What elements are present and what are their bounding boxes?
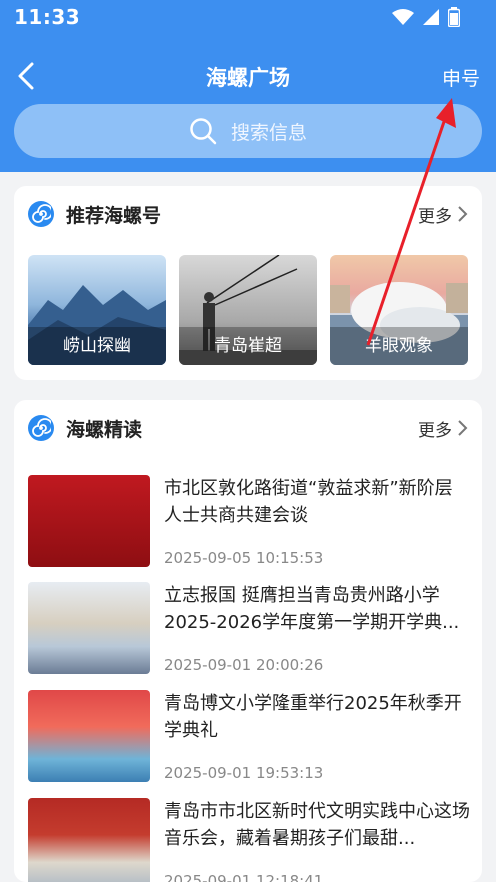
search-bar[interactable]: 搜索信息: [14, 104, 482, 158]
wifi-icon: [392, 9, 414, 25]
conch-logo-icon: [28, 415, 54, 441]
news-title: 市北区敦化路街道“敦益求新”新阶层人士共商共建会谈: [164, 478, 453, 526]
news-item[interactable]: 青岛市市北区新时代文明实践中心这场音乐会，藏着暑期孩子们最甜... 2025-0…: [28, 798, 470, 882]
reading-card: 海螺精读 更多 市北区敦化路街道“敦益求新”新阶层人士共商共建会谈 2025-0…: [14, 400, 482, 882]
news-thumbnail: [28, 475, 150, 567]
news-item[interactable]: 立志报国 挺膺担当青岛贵州路小学2025-2026学年度第一学期开学典... 2…: [28, 582, 468, 682]
news-item[interactable]: 青岛博文小学隆重举行2025年秋季开学典礼 2025-09-01 19:53:1…: [28, 690, 468, 790]
recommend-title: 推荐海螺号: [66, 204, 162, 227]
recommend-tiles: 崂山探幽 青岛崔超 羊眼观象: [28, 255, 468, 365]
recommend-tile-label: 崂山探幽: [28, 327, 166, 365]
news-thumbnail: [28, 582, 150, 674]
news-title: 立志报国 挺膺担当青岛贵州路小学2025-2026学年度第一学期开学典...: [164, 585, 460, 633]
recommend-tile[interactable]: 羊眼观象: [330, 255, 468, 365]
chevron-right-icon: [458, 420, 468, 436]
more-label: 更多: [418, 206, 452, 227]
news-date: 2025-09-05 10:15:53: [164, 549, 324, 567]
news-thumbnail: [28, 690, 150, 782]
recommend-tile-label: 羊眼观象: [330, 327, 468, 365]
recommend-card: 推荐海螺号 更多 崂山探幽 青岛崔超 羊眼观象: [14, 186, 482, 380]
news-title: 青岛市市北区新时代文明实践中心这场音乐会，藏着暑期孩子们最甜...: [164, 801, 470, 849]
recommend-tile-label: 青岛崔超: [179, 327, 317, 365]
search-icon: [190, 118, 217, 145]
recommend-tile[interactable]: 崂山探幽: [28, 255, 166, 365]
signal-icon: [423, 9, 439, 25]
news-date: 2025-09-01 19:53:13: [164, 764, 324, 782]
chevron-right-icon: [458, 206, 468, 222]
recommend-tile[interactable]: 青岛崔超: [179, 255, 317, 365]
news-title: 青岛博文小学隆重举行2025年秋季开学典礼: [164, 693, 462, 741]
recommend-header: 推荐海螺号 更多: [28, 200, 468, 228]
reading-header: 海螺精读 更多: [28, 414, 468, 442]
conch-logo-icon: [28, 201, 54, 227]
news-date: 2025-09-01 20:00:26: [164, 656, 324, 674]
reading-title: 海螺精读: [66, 418, 143, 441]
system-icons: [392, 7, 460, 27]
more-label: 更多: [418, 420, 452, 441]
nav-bar: 海螺广场 申号: [0, 50, 496, 102]
news-date: 2025-09-01 12:18:41: [164, 872, 324, 882]
news-item[interactable]: 市北区敦化路街道“敦益求新”新阶层人士共商共建会谈 2025-09-05 10:…: [28, 475, 468, 575]
battery-icon: [448, 7, 460, 27]
apply-account-button[interactable]: 申号: [442, 64, 480, 91]
status-bar: 11:33: [0, 0, 496, 36]
news-thumbnail: [28, 798, 150, 882]
recommend-more-link[interactable]: 更多: [418, 202, 468, 227]
search-placeholder: 搜索信息: [230, 121, 307, 144]
status-time: 11:33: [14, 5, 81, 29]
page-title: 海螺广场: [206, 66, 290, 90]
reading-more-link[interactable]: 更多: [418, 416, 468, 441]
